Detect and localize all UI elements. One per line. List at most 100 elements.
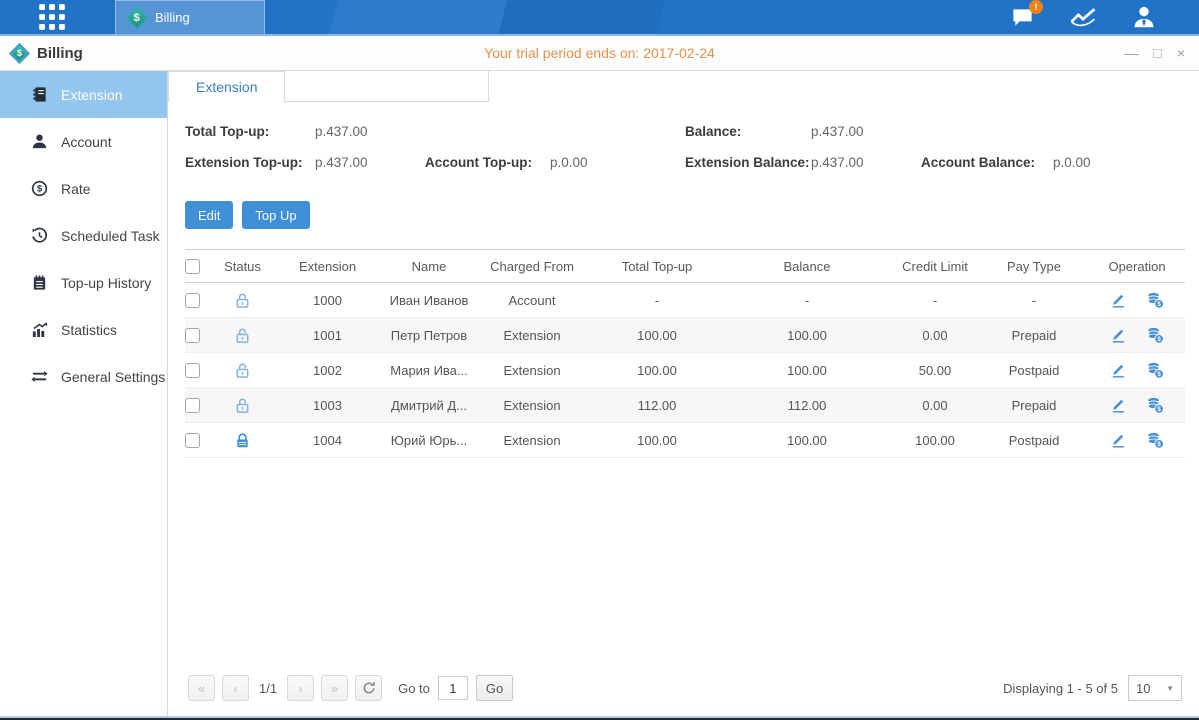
sidebar-item-label: General Settings (61, 369, 165, 385)
topup-coins-icon[interactable]: $ (1146, 291, 1165, 310)
credit-limit-cell: 0.00 (891, 328, 979, 343)
dollar-circle-icon: $ (30, 180, 48, 197)
go-button[interactable]: Go (476, 675, 513, 701)
row-checkbox[interactable] (185, 398, 200, 413)
sidebar-item-label: Account (61, 134, 112, 150)
edit-icon[interactable] (1110, 326, 1127, 345)
topup-coins-icon[interactable]: $ (1146, 396, 1165, 415)
edit-icon[interactable] (1110, 431, 1127, 450)
status-lock-icon (234, 397, 251, 414)
table-row[interactable]: 1001 Петр Петров Extension 100.00 100.00… (185, 318, 1185, 353)
table-row[interactable]: 1004 Юрий Юрь... Extension 100.00 100.00… (185, 423, 1185, 458)
top-up-button[interactable]: Top Up (242, 201, 309, 229)
row-checkbox[interactable] (185, 293, 200, 308)
sidebar-item-rate[interactable]: $ Rate (0, 165, 167, 212)
sidebar-item-scheduled-task[interactable]: Scheduled Task (0, 212, 167, 259)
extension-cell: 1000 (270, 293, 385, 308)
sidebar-item-label: Statistics (61, 322, 117, 338)
total-topup-label: Total Top-up: (185, 124, 315, 139)
window-bottom-edge (0, 716, 1199, 720)
messages-icon[interactable]: ! (1010, 6, 1035, 29)
column-header-pay-type: Pay Type (979, 259, 1089, 274)
status-lock-icon (234, 327, 251, 344)
window-title: Billing (37, 45, 83, 62)
sidebar-item-label: Scheduled Task (61, 228, 160, 244)
notepad-icon (30, 274, 48, 291)
topup-coins-icon[interactable]: $ (1146, 361, 1165, 380)
taskbar-billing-tab[interactable]: $ Billing (115, 0, 265, 34)
edit-icon[interactable] (1110, 396, 1127, 415)
topup-coins-icon[interactable]: $ (1146, 326, 1165, 345)
name-cell: Юрий Юрь... (385, 433, 473, 448)
charged-from-cell: Extension (473, 433, 591, 448)
column-header-operation: Operation (1089, 259, 1185, 274)
billing-window: $ Billing ! (0, 0, 1199, 720)
prev-page-button[interactable]: ‹ (222, 675, 249, 701)
bar-chart-icon (30, 321, 48, 338)
close-icon[interactable]: × (1177, 46, 1185, 60)
edit-icon[interactable] (1110, 291, 1127, 310)
sidebar-item-label: Rate (61, 181, 91, 197)
balance-cell: 100.00 (723, 328, 891, 343)
pay-type-cell: Prepaid (979, 398, 1089, 413)
edit-button[interactable]: Edit (185, 201, 233, 229)
maximize-icon[interactable]: □ (1153, 46, 1161, 60)
first-page-button[interactable]: « (188, 675, 215, 701)
account-balance-label: Account Balance: (921, 155, 1053, 170)
charged-from-cell: Extension (473, 398, 591, 413)
charged-from-cell: Extension (473, 363, 591, 378)
notification-badge: ! (1029, 0, 1043, 14)
edit-icon[interactable] (1110, 361, 1127, 380)
table-body: 1000 Иван Иванов Account - - - - $ (185, 283, 1185, 458)
swap-arrows-icon (30, 368, 48, 385)
main-panel: Extension Total Top-up: p.437.00 Balance… (168, 71, 1199, 716)
taskbar-right-icons: ! (1010, 0, 1157, 34)
refresh-button[interactable] (355, 675, 382, 701)
select-all-checkbox[interactable] (185, 259, 200, 274)
line-chart-icon[interactable] (1069, 5, 1097, 30)
page-size-select[interactable]: 10 ▼ (1128, 675, 1182, 701)
table-row[interactable]: 1003 Дмитрий Д... Extension 112.00 112.0… (185, 388, 1185, 423)
app-grid-icon[interactable] (29, 0, 75, 34)
pay-type-cell: Prepaid (979, 328, 1089, 343)
minimize-icon[interactable]: — (1124, 46, 1138, 60)
status-lock-icon (234, 292, 251, 309)
row-checkbox[interactable] (185, 328, 200, 343)
row-checkbox[interactable] (185, 363, 200, 378)
table-row[interactable]: 1000 Иван Иванов Account - - - - $ (185, 283, 1185, 318)
sidebar-item-general-settings[interactable]: General Settings (0, 353, 167, 400)
displaying-text: Displaying 1 - 5 of 5 (1003, 681, 1118, 696)
toolbar: Edit Top Up (185, 201, 1185, 229)
balance-cell: 100.00 (723, 433, 891, 448)
sidebar-item-extension[interactable]: Extension (0, 71, 167, 118)
topup-coins-icon[interactable]: $ (1146, 431, 1165, 450)
svg-text:$: $ (1157, 371, 1161, 378)
table-row[interactable]: 1002 Мария Ива... Extension 100.00 100.0… (185, 353, 1185, 388)
tab-strip: Extension (168, 71, 1199, 102)
status-lock-icon (234, 432, 251, 449)
balance-summary: Total Top-up: p.437.00 Balance: p.437.00 (185, 116, 1185, 178)
extension-topup-label: Extension Top-up: (185, 155, 315, 170)
balance-value: p.437.00 (811, 124, 921, 139)
taskbar-tab-label: Billing (155, 10, 190, 25)
user-icon[interactable] (1131, 4, 1157, 30)
column-header-balance: Balance (723, 259, 891, 274)
row-checkbox[interactable] (185, 433, 200, 448)
last-page-button[interactable]: » (321, 675, 348, 701)
extension-cell: 1001 (270, 328, 385, 343)
sidebar-item-account[interactable]: Account (0, 118, 167, 165)
name-cell: Петр Петров (385, 328, 473, 343)
status-lock-icon (234, 362, 251, 379)
tab-extension[interactable]: Extension (168, 71, 285, 102)
next-page-button[interactable]: › (287, 675, 314, 701)
sidebar-item-statistics[interactable]: Statistics (0, 306, 167, 353)
goto-page-input[interactable] (438, 676, 468, 700)
billing-app-icon: $ (124, 5, 149, 30)
person-icon (30, 133, 48, 150)
window-controls: — □ × (1124, 46, 1185, 60)
table-header-row: Status Extension Name Charged From Total… (185, 249, 1185, 283)
sidebar-item-topup-history[interactable]: Top-up History (0, 259, 167, 306)
total-topup-cell: - (591, 293, 723, 308)
account-balance-value: p.0.00 (1053, 155, 1185, 170)
total-topup-value: p.437.00 (315, 124, 425, 139)
